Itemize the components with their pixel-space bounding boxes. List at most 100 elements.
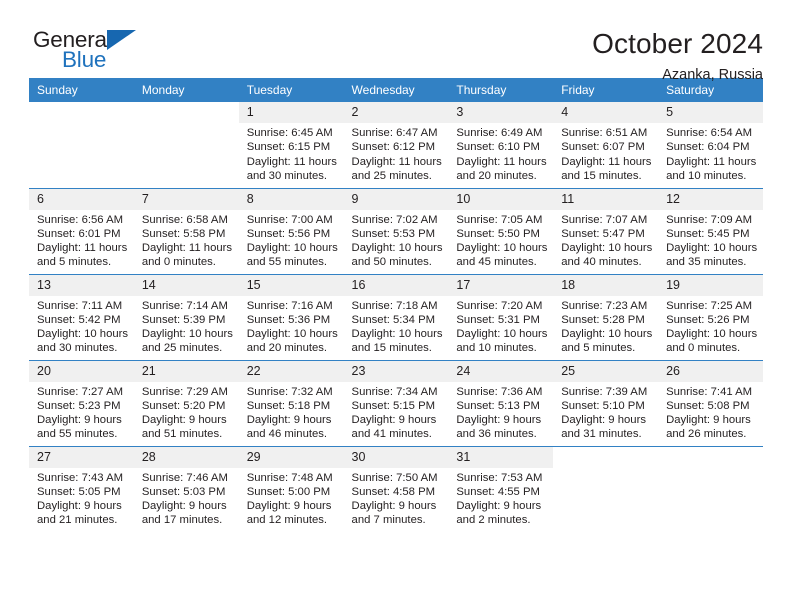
day-number: 12 — [658, 188, 763, 210]
daylight-text-line1: Daylight: 10 hours — [666, 242, 758, 255]
day-details: Sunrise: 7:41 AM Sunset: 5:08 PM Daylight:… — [658, 382, 763, 442]
daylight-text-line1: Daylight: 10 hours — [351, 242, 443, 255]
calendar-day-cell[interactable]: 10 Sunrise: 7:05 AM Sunset: 5:50 PM Dayligh… — [448, 187, 554, 274]
calendar-day-cell[interactable]: 18 Sunrise: 7:23 AM Sunset: 5:28 PM Dayligh… — [553, 273, 659, 360]
calendar-day-cell[interactable]: 20 Sunrise: 7:27 AM Sunset: 5:23 PM Dayligh… — [29, 359, 134, 446]
daylight-text-line2: and 25 minutes. — [141, 342, 223, 355]
calendar-day-cell[interactable]: 17 Sunrise: 7:20 AM Sunset: 5:31 PM Dayligh… — [448, 273, 554, 360]
sunset-text: Sunset: 5:18 PM — [246, 399, 331, 412]
calendar-day-cell[interactable]: 4 Sunrise: 6:51 AM Sunset: 6:07 PM Daylight… — [553, 102, 659, 188]
day-details: Sunrise: 7:23 AM Sunset: 5:28 PM Daylight:… — [553, 296, 658, 356]
day-number — [133, 102, 239, 123]
calendar-day-cell[interactable]: 6 Sunrise: 6:56 AM Sunset: 6:01 PM Daylight… — [29, 187, 134, 274]
day-cell-inner: 22 Sunrise: 7:32 AM Sunset: 5:18 PM Dayligh… — [238, 360, 344, 446]
daylight-text-line1: Daylight: 9 hours — [246, 414, 332, 427]
daylight-text-line2: and 7 minutes. — [351, 514, 426, 527]
calendar-week-row: 6 Sunrise: 6:56 AM Sunset: 6:01 PM Daylight… — [29, 187, 763, 274]
day-cell-inner: 1 Sunrise: 6:45 AM Sunset: 6:15 PM Daylight… — [238, 102, 344, 188]
day-number: 8 — [238, 188, 344, 210]
weekday-header-sunday: Sunday — [29, 78, 134, 102]
calendar-day-cell[interactable]: 9 Sunrise: 7:02 AM Sunset: 5:53 PM Daylight… — [343, 187, 449, 274]
day-details: Sunrise: 7:18 AM Sunset: 5:34 PM Daylight:… — [344, 296, 449, 356]
day-details: Sunrise: 7:53 AM Sunset: 4:55 PM Daylight:… — [448, 468, 553, 528]
daylight-text-line2: and 31 minutes. — [561, 428, 642, 441]
daylight-text-line1: Daylight: 9 hours — [456, 414, 542, 427]
sunset-text: Sunset: 5:15 PM — [351, 399, 436, 412]
day-number: 25 — [553, 360, 659, 382]
daylight-text-line2: and 25 minutes. — [351, 169, 432, 182]
daylight-text-line1: Daylight: 9 hours — [246, 500, 332, 513]
sunrise-text: Sunrise: 6:45 AM — [246, 127, 333, 139]
sunset-text: Sunset: 5:42 PM — [37, 313, 121, 326]
daylight-text-line1: Daylight: 10 hours — [246, 328, 338, 341]
calendar-day-cell[interactable]: 14 Sunrise: 7:14 AM Sunset: 5:39 PM Dayligh… — [133, 273, 239, 360]
day-details: Sunrise: 6:54 AM Sunset: 6:04 PM Daylight:… — [658, 123, 763, 183]
sunset-text: Sunset: 5:47 PM — [561, 227, 645, 240]
calendar-day-cell[interactable]: 3 Sunrise: 6:49 AM Sunset: 6:10 PM Daylight… — [448, 102, 554, 188]
calendar-day-cell[interactable]: 5 Sunrise: 6:54 AM Sunset: 6:04 PM Daylight… — [658, 102, 763, 188]
calendar-day-cell[interactable]: 22 Sunrise: 7:32 AM Sunset: 5:18 PM Dayligh… — [238, 359, 344, 446]
day-cell-inner: 13 Sunrise: 7:11 AM Sunset: 5:42 PM Dayligh… — [29, 274, 134, 360]
sunset-text: Sunset: 5:50 PM — [456, 227, 540, 240]
day-cell-inner: 11 Sunrise: 7:07 AM Sunset: 5:47 PM Dayligh… — [553, 188, 659, 274]
calendar-day-cell[interactable]: 30 Sunrise: 7:50 AM Sunset: 4:58 PM Dayligh… — [343, 445, 449, 532]
day-details: Sunrise: 7:34 AM Sunset: 5:15 PM Daylight:… — [344, 382, 449, 442]
sunrise-text: Sunrise: 7:11 AM — [37, 299, 123, 312]
daylight-text-line1: Daylight: 10 hours — [246, 242, 338, 255]
day-number: 6 — [29, 188, 134, 210]
general-blue-logo[interactable]: General Blue — [33, 27, 153, 77]
sunset-text: Sunset: 4:58 PM — [351, 485, 436, 498]
day-cell-inner: 7 Sunrise: 6:58 AM Sunset: 5:58 PM Daylight… — [133, 188, 239, 274]
day-number: 1 — [238, 102, 344, 123]
day-cell-inner: 5 Sunrise: 6:54 AM Sunset: 6:04 PM Daylight… — [658, 102, 763, 188]
calendar-day-cell[interactable]: 26 Sunrise: 7:41 AM Sunset: 5:08 PM Dayligh… — [658, 359, 763, 446]
day-cell-inner: 16 Sunrise: 7:18 AM Sunset: 5:34 PM Dayligh… — [343, 274, 449, 360]
day-number: 22 — [238, 360, 344, 382]
calendar-day-cell[interactable]: 16 Sunrise: 7:18 AM Sunset: 5:34 PM Dayligh… — [343, 273, 449, 360]
day-number: 26 — [658, 360, 763, 382]
sunset-text: Sunset: 6:07 PM — [561, 141, 645, 154]
calendar-day-cell[interactable]: 29 Sunrise: 7:48 AM Sunset: 5:00 PM Dayligh… — [238, 445, 344, 532]
day-cell-inner — [29, 102, 134, 188]
calendar-day-cell[interactable]: 12 Sunrise: 7:09 AM Sunset: 5:45 PM Dayligh… — [658, 187, 763, 274]
sunrise-text: Sunrise: 7:36 AM — [456, 385, 543, 398]
day-cell-inner: 9 Sunrise: 7:02 AM Sunset: 5:53 PM Daylight… — [343, 188, 449, 274]
day-number: 19 — [658, 274, 763, 296]
calendar-day-cell[interactable]: 27 Sunrise: 7:43 AM Sunset: 5:05 PM Dayligh… — [29, 445, 134, 532]
calendar-day-cell[interactable]: 13 Sunrise: 7:11 AM Sunset: 5:42 PM Dayligh… — [29, 273, 134, 360]
day-number: 9 — [343, 188, 449, 210]
calendar-day-cell[interactable]: 11 Sunrise: 7:07 AM Sunset: 5:47 PM Dayligh… — [553, 187, 659, 274]
day-details: Sunrise: 6:56 AM Sunset: 6:01 PM Daylight:… — [29, 210, 134, 270]
day-number: 10 — [448, 188, 554, 210]
calendar-day-cell[interactable]: 7 Sunrise: 6:58 AM Sunset: 5:58 PM Daylight… — [133, 187, 239, 274]
sunrise-text: Sunrise: 7:23 AM — [561, 299, 648, 312]
calendar-day-cell[interactable]: 25 Sunrise: 7:39 AM Sunset: 5:10 PM Dayligh… — [553, 359, 659, 446]
day-cell-inner: 24 Sunrise: 7:36 AM Sunset: 5:13 PM Dayligh… — [448, 360, 554, 446]
sunrise-text: Sunrise: 7:34 AM — [351, 385, 438, 398]
calendar-day-cell[interactable]: 23 Sunrise: 7:34 AM Sunset: 5:15 PM Dayligh… — [343, 359, 449, 446]
calendar-cell-empty — [133, 102, 239, 188]
calendar-day-cell[interactable]: 2 Sunrise: 6:47 AM Sunset: 6:12 PM Daylight… — [343, 102, 449, 188]
daylight-text-line1: Daylight: 9 hours — [351, 500, 437, 513]
weekday-header-thursday: Thursday — [448, 78, 554, 102]
calendar-day-cell[interactable]: 28 Sunrise: 7:46 AM Sunset: 5:03 PM Dayligh… — [133, 445, 239, 532]
sunrise-text: Sunrise: 7:46 AM — [141, 471, 228, 484]
daylight-text-line2: and 20 minutes. — [456, 169, 537, 182]
sunrise-text: Sunrise: 6:47 AM — [351, 127, 438, 139]
sunset-text: Sunset: 5:10 PM — [561, 399, 645, 412]
calendar-day-cell[interactable]: 15 Sunrise: 7:16 AM Sunset: 5:36 PM Dayligh… — [238, 273, 344, 360]
day-details: Sunrise: 7:05 AM Sunset: 5:50 PM Daylight:… — [448, 210, 553, 270]
day-details: Sunrise: 6:51 AM Sunset: 6:07 PM Daylight:… — [553, 123, 658, 183]
calendar-day-cell[interactable]: 1 Sunrise: 6:45 AM Sunset: 6:15 PM Daylight… — [238, 102, 344, 188]
day-cell-inner: 10 Sunrise: 7:05 AM Sunset: 5:50 PM Dayligh… — [448, 188, 554, 274]
calendar-day-cell[interactable]: 8 Sunrise: 7:00 AM Sunset: 5:56 PM Daylight… — [238, 187, 344, 274]
daylight-text-line1: Daylight: 10 hours — [456, 328, 548, 341]
calendar-day-cell[interactable]: 21 Sunrise: 7:29 AM Sunset: 5:20 PM Dayligh… — [133, 359, 239, 446]
sunrise-text: Sunrise: 7:29 AM — [141, 385, 228, 398]
calendar-day-cell[interactable]: 31 Sunrise: 7:53 AM Sunset: 4:55 PM Dayligh… — [448, 445, 554, 532]
sunset-text: Sunset: 5:23 PM — [37, 399, 121, 412]
sunrise-sunset-calendar: Sunday Monday Tuesday Wednesday Thursday… — [29, 78, 763, 532]
calendar-day-cell[interactable]: 24 Sunrise: 7:36 AM Sunset: 5:13 PM Dayligh… — [448, 359, 554, 446]
day-number: 20 — [29, 360, 134, 382]
calendar-day-cell[interactable]: 19 Sunrise: 7:25 AM Sunset: 5:26 PM Dayligh… — [658, 273, 763, 360]
